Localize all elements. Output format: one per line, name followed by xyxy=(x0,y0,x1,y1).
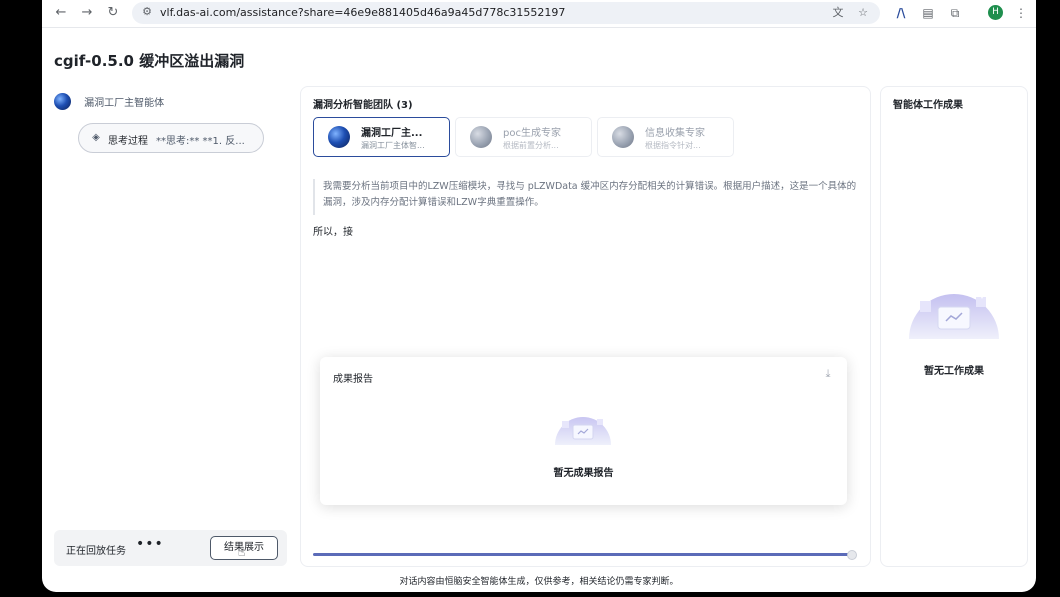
replay-label: 正在回放任务 xyxy=(66,546,126,557)
site-settings-icon[interactable]: ⚙ xyxy=(140,5,154,19)
mouse-cursor-icon: ☝ xyxy=(238,545,246,559)
loading-dots: ••• xyxy=(136,536,164,552)
report-title: 成果报告 xyxy=(333,374,373,385)
translate-icon[interactable]: 文 xyxy=(830,5,846,21)
arrow-left-icon[interactable]: ← xyxy=(52,4,70,22)
extension-logo-icon[interactable]: /\ xyxy=(892,4,910,22)
agent-avatar xyxy=(328,126,350,148)
thinking-preview: **思考:** **1. 反... xyxy=(156,136,245,147)
report-empty-text: 暂无成果报告 xyxy=(553,468,614,479)
agent-avatar xyxy=(612,126,634,148)
address-bar[interactable]: ⚙ vlf.das-ai.com/assistance?share=46e9e8… xyxy=(132,2,880,24)
tab-poc-expert[interactable]: poc生成专家 根据前置分析... xyxy=(455,117,592,157)
profile-avatar[interactable]: H xyxy=(988,5,1003,20)
results-empty-text: 暂无工作成果 xyxy=(924,366,984,377)
more-menu-icon[interactable]: ⋮ xyxy=(1012,4,1030,22)
browser-window: ← → ↻ ⚙ vlf.das-ai.com/assistance?share=… xyxy=(42,0,1036,592)
report-card: 成果报告 ⤓ 暂无成果报告 xyxy=(320,357,847,505)
thinking-label: 思考过程 xyxy=(108,136,148,147)
download-icon[interactable]: ⤓ xyxy=(821,367,835,381)
tab-name: 漏洞工厂主... xyxy=(361,128,423,139)
progress-handle[interactable] xyxy=(847,550,857,560)
team-header: 漏洞分析智能团队 (3) xyxy=(313,100,413,111)
tab-desc: 根据前置分析... xyxy=(503,141,559,150)
thinking-quote: 我需要分析当前项目中的LZW压缩模块，寻找与 pLZWData 缓冲区内存分配相… xyxy=(313,179,858,215)
reload-icon[interactable]: ↻ xyxy=(104,4,122,22)
empty-results-illustration xyxy=(909,287,999,339)
tab-desc: 根据指令针对... xyxy=(645,141,701,150)
results-header: 智能体工作成果 xyxy=(893,100,963,111)
url-text: vlf.das-ai.com/assistance?share=46e9e881… xyxy=(160,6,566,19)
thinking-icon: ◈ xyxy=(92,132,100,143)
agent-label: 漏洞工厂主智能体 xyxy=(84,98,165,109)
agent-avatar xyxy=(470,126,492,148)
tab-main-agent[interactable]: 漏洞工厂主... 漏洞工厂主体智... xyxy=(313,117,450,157)
tab-desc: 漏洞工厂主体智... xyxy=(361,141,425,150)
disclaimer-footer: 对话内容由恒脑安全智能体生成，仅供参考，相关结论仍需专家判断。 xyxy=(399,577,679,587)
tab-name: poc生成专家 xyxy=(503,128,561,139)
reading-list-icon[interactable]: ▤ xyxy=(919,4,937,22)
extensions-puzzle-icon[interactable]: ⧉ xyxy=(946,4,964,22)
page-title: cgif-0.5.0 缓冲区溢出漏洞 xyxy=(54,52,245,70)
main-agent-row: 漏洞工厂主智能体 xyxy=(54,91,165,110)
work-results-panel: 智能体工作成果 暂无工作成果 xyxy=(880,86,1028,567)
tab-info-expert[interactable]: 信息收集专家 根据指令针对... xyxy=(597,117,734,157)
tab-name: 信息收集专家 xyxy=(645,128,705,139)
thinking-process-chip[interactable]: ◈ 思考过程 **思考:** **1. 反... xyxy=(78,123,264,153)
response-text: 所以，接 xyxy=(313,227,353,238)
arrow-right-icon[interactable]: → xyxy=(78,4,96,22)
browser-toolbar: ← → ↻ ⚙ vlf.das-ai.com/assistance?share=… xyxy=(42,0,1036,28)
agent-avatar xyxy=(54,93,71,110)
progress-track[interactable] xyxy=(313,553,851,556)
empty-report-illustration xyxy=(555,417,611,445)
replay-status-bar: 正在回放任务 ••• 结果展示 xyxy=(54,530,287,566)
star-icon[interactable]: ☆ xyxy=(855,5,871,21)
